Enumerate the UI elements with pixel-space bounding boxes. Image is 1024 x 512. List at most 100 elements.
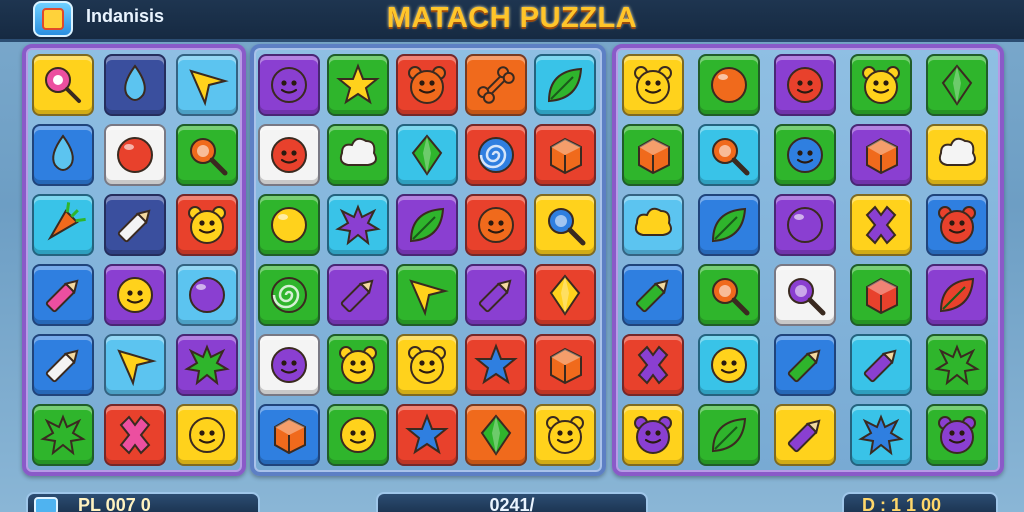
pencil-icon — [635, 279, 669, 313]
tile-pencil[interactable] — [850, 334, 912, 396]
tile-gem[interactable] — [465, 404, 527, 466]
tile-ball[interactable] — [176, 264, 238, 326]
tile-leaf[interactable] — [396, 194, 458, 256]
tile-bear[interactable] — [622, 54, 684, 116]
tile-carrot[interactable] — [32, 194, 94, 256]
tile-bear[interactable] — [176, 194, 238, 256]
leaf-icon — [939, 277, 975, 313]
tile-smiley[interactable] — [104, 264, 166, 326]
tile-smiley[interactable] — [258, 334, 320, 396]
tile-swirl[interactable] — [258, 264, 320, 326]
tile-smiley[interactable] — [327, 404, 389, 466]
tile-pencil[interactable] — [465, 264, 527, 326]
tile-pencil[interactable] — [622, 264, 684, 326]
tile-magnifier[interactable] — [774, 264, 836, 326]
tile-cube[interactable] — [850, 124, 912, 186]
tile-arrow[interactable] — [396, 264, 458, 326]
tile-splat[interactable] — [850, 404, 912, 466]
tile-bear[interactable] — [396, 54, 458, 116]
tile-splat[interactable] — [176, 334, 238, 396]
tile-cross[interactable] — [622, 334, 684, 396]
drop-icon — [124, 64, 146, 101]
cloud-icon — [634, 207, 672, 236]
tile-star[interactable] — [327, 54, 389, 116]
tile-pencil[interactable] — [774, 334, 836, 396]
splat-icon — [858, 414, 904, 456]
score-panel: 0241/ — [376, 492, 648, 512]
tile-star[interactable] — [396, 404, 458, 466]
tile-smiley[interactable] — [176, 404, 238, 466]
tile-magnifier[interactable] — [534, 194, 596, 256]
tile-lollipop[interactable] — [32, 54, 94, 116]
tile-arrow[interactable] — [176, 54, 238, 116]
leaf-icon — [711, 207, 747, 243]
tile-cross[interactable] — [104, 404, 166, 466]
tile-pencil[interactable] — [327, 264, 389, 326]
tile-star[interactable] — [465, 334, 527, 396]
magnifier-icon — [190, 138, 228, 176]
tile-drop[interactable] — [32, 124, 94, 186]
tile-cube[interactable] — [622, 124, 684, 186]
splat-icon — [40, 414, 86, 456]
tile-smiley[interactable] — [698, 334, 760, 396]
tile-leaf[interactable] — [698, 194, 760, 256]
splat-icon — [335, 204, 381, 246]
tile-bear[interactable] — [850, 54, 912, 116]
tile-gem[interactable] — [396, 124, 458, 186]
pencil-icon — [478, 279, 512, 313]
tile-gem[interactable] — [534, 264, 596, 326]
tile-ball[interactable] — [698, 54, 760, 116]
tile-bear[interactable] — [926, 404, 988, 466]
menu-icon[interactable] — [34, 497, 58, 512]
tile-cloud[interactable] — [327, 124, 389, 186]
tile-pencil[interactable] — [32, 334, 94, 396]
tile-smiley[interactable] — [258, 124, 320, 186]
tile-leaf[interactable] — [926, 264, 988, 326]
tile-drop[interactable] — [104, 54, 166, 116]
ball-icon — [711, 67, 747, 103]
ball-icon — [787, 207, 823, 243]
tile-ball[interactable] — [774, 194, 836, 256]
tile-swirl[interactable] — [465, 124, 527, 186]
tile-pencil[interactable] — [104, 194, 166, 256]
tile-cloud[interactable] — [622, 194, 684, 256]
pencil-icon — [45, 279, 79, 313]
tile-cube[interactable] — [534, 334, 596, 396]
tile-cube[interactable] — [850, 264, 912, 326]
tile-bear[interactable] — [926, 194, 988, 256]
smiley-icon — [787, 137, 823, 173]
tile-smiley[interactable] — [258, 54, 320, 116]
tile-magnifier[interactable] — [698, 264, 760, 326]
tile-magnifier[interactable] — [176, 124, 238, 186]
tile-magnifier[interactable] — [698, 124, 760, 186]
cube-icon — [550, 347, 582, 385]
tile-arrow[interactable] — [104, 334, 166, 396]
app-icon[interactable] — [33, 1, 73, 37]
pencil-icon — [787, 419, 821, 453]
tile-pencil[interactable] — [774, 404, 836, 466]
tile-bear[interactable] — [396, 334, 458, 396]
tile-cross[interactable] — [850, 194, 912, 256]
tile-bear[interactable] — [534, 404, 596, 466]
gem-icon — [411, 134, 443, 176]
magnifier-icon — [788, 278, 826, 316]
tile-cube[interactable] — [258, 404, 320, 466]
tile-splat[interactable] — [926, 334, 988, 396]
tile-cloud[interactable] — [926, 124, 988, 186]
tile-ball[interactable] — [104, 124, 166, 186]
tile-bone[interactable] — [465, 54, 527, 116]
swirl-icon — [271, 277, 307, 313]
tile-cube[interactable] — [534, 124, 596, 186]
tile-smiley[interactable] — [774, 54, 836, 116]
tile-gem[interactable] — [926, 54, 988, 116]
tile-smiley[interactable] — [774, 124, 836, 186]
tile-ball[interactable] — [258, 194, 320, 256]
tile-smiley[interactable] — [465, 194, 527, 256]
tile-leaf[interactable] — [698, 404, 760, 466]
tile-splat[interactable] — [327, 194, 389, 256]
tile-leaf[interactable] — [534, 54, 596, 116]
tile-bear[interactable] — [622, 404, 684, 466]
tile-pencil[interactable] — [32, 264, 94, 326]
tile-splat[interactable] — [32, 404, 94, 466]
tile-bear[interactable] — [327, 334, 389, 396]
